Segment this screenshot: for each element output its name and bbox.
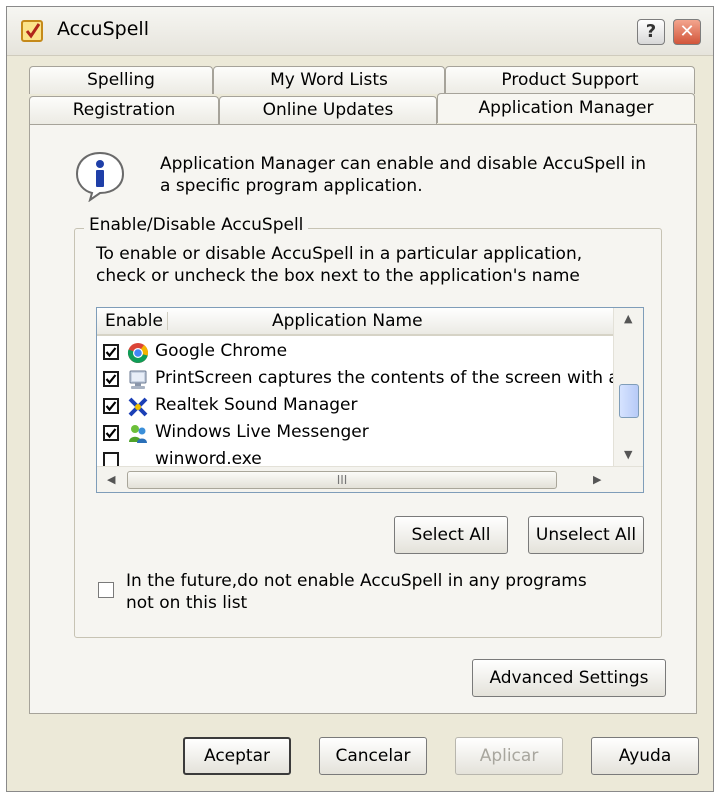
cancel-button[interactable]: Cancelar <box>319 737 427 775</box>
info-text: Application Manager can enable and disab… <box>160 154 647 196</box>
future-disable-checkbox[interactable] <box>98 582 114 598</box>
enable-checkbox[interactable] <box>103 371 119 387</box>
tab-spelling[interactable]: Spelling <box>29 66 213 94</box>
tab-my-word-lists[interactable]: My Word Lists <box>213 66 445 94</box>
app-name: Google Chrome <box>155 341 288 361</box>
column-enable[interactable]: Enable <box>105 311 163 331</box>
scroll-down-icon[interactable]: ▼ <box>624 448 632 461</box>
tab-product-support[interactable]: Product Support <box>445 66 695 94</box>
future-disable-label[interactable]: In the future,do not enable AccuSpell in… <box>126 570 606 614</box>
tab-registration[interactable]: Registration <box>29 96 219 124</box>
accuspell-app-icon <box>21 20 43 42</box>
realtek-icon <box>128 397 148 417</box>
horizontal-scroll-thumb[interactable]: III <box>127 471 557 489</box>
select-all-button[interactable]: Select All <box>394 516 508 554</box>
advanced-settings-button[interactable]: Advanced Settings <box>472 659 666 697</box>
vertical-scrollbar[interactable]: ▲ ▼ <box>613 308 643 466</box>
tab-online-updates[interactable]: Online Updates <box>219 96 437 124</box>
close-button[interactable]: ✕ <box>673 19 701 45</box>
help-title-button[interactable]: ? <box>637 19 665 45</box>
help-button[interactable]: Ayuda <box>591 737 699 775</box>
app-name: PrintScreen captures the contents of the… <box>155 368 644 388</box>
application-manager-panel: Application Manager can enable and disab… <box>29 124 697 714</box>
info-icon <box>75 151 125 202</box>
column-separator <box>167 312 168 330</box>
list-item[interactable]: Windows Live Messenger <box>97 419 613 446</box>
horizontal-scrollbar[interactable]: ◀ III ▶ <box>97 466 643 492</box>
group-description: To enable or disable AccuSpell in a part… <box>96 244 583 286</box>
chrome-icon <box>127 343 149 363</box>
scroll-right-icon[interactable]: ▶ <box>593 473 601 486</box>
apply-button: Aplicar <box>455 737 563 775</box>
list-item[interactable]: PrintScreen captures the contents of the… <box>97 365 643 392</box>
group-label: Enable/Disable AccuSpell <box>84 215 309 235</box>
enable-checkbox[interactable] <box>103 425 119 441</box>
printscreen-icon <box>129 370 147 389</box>
list-header: Enable Application Name <box>97 308 613 336</box>
scroll-up-icon[interactable]: ▲ <box>624 312 632 325</box>
enable-checkbox[interactable] <box>103 344 119 360</box>
enable-checkbox[interactable] <box>103 398 119 414</box>
close-icon: ✕ <box>679 21 695 42</box>
app-name: Windows Live Messenger <box>155 422 369 442</box>
accuspell-window: AccuSpell ? ✕ Spelling My Word Lists Pro… <box>6 6 714 792</box>
window-title: AccuSpell <box>57 18 149 40</box>
tab-application-manager[interactable]: Application Manager <box>437 93 695 123</box>
list-item[interactable]: Realtek Sound Manager <box>97 392 613 419</box>
ok-button[interactable]: Aceptar <box>183 737 291 775</box>
list-item[interactable]: Google Chrome <box>97 338 613 365</box>
scroll-left-icon[interactable]: ◀ <box>107 473 115 486</box>
vertical-scroll-thumb[interactable] <box>619 384 639 418</box>
app-name: Realtek Sound Manager <box>155 395 358 415</box>
unselect-all-button[interactable]: Unselect All <box>528 516 644 554</box>
column-application-name[interactable]: Application Name <box>272 311 423 331</box>
title-bar[interactable]: AccuSpell ? ✕ <box>7 7 713 56</box>
messenger-icon <box>129 425 147 443</box>
application-list[interactable]: Enable Application Name Google Chrome Pr… <box>96 307 644 493</box>
